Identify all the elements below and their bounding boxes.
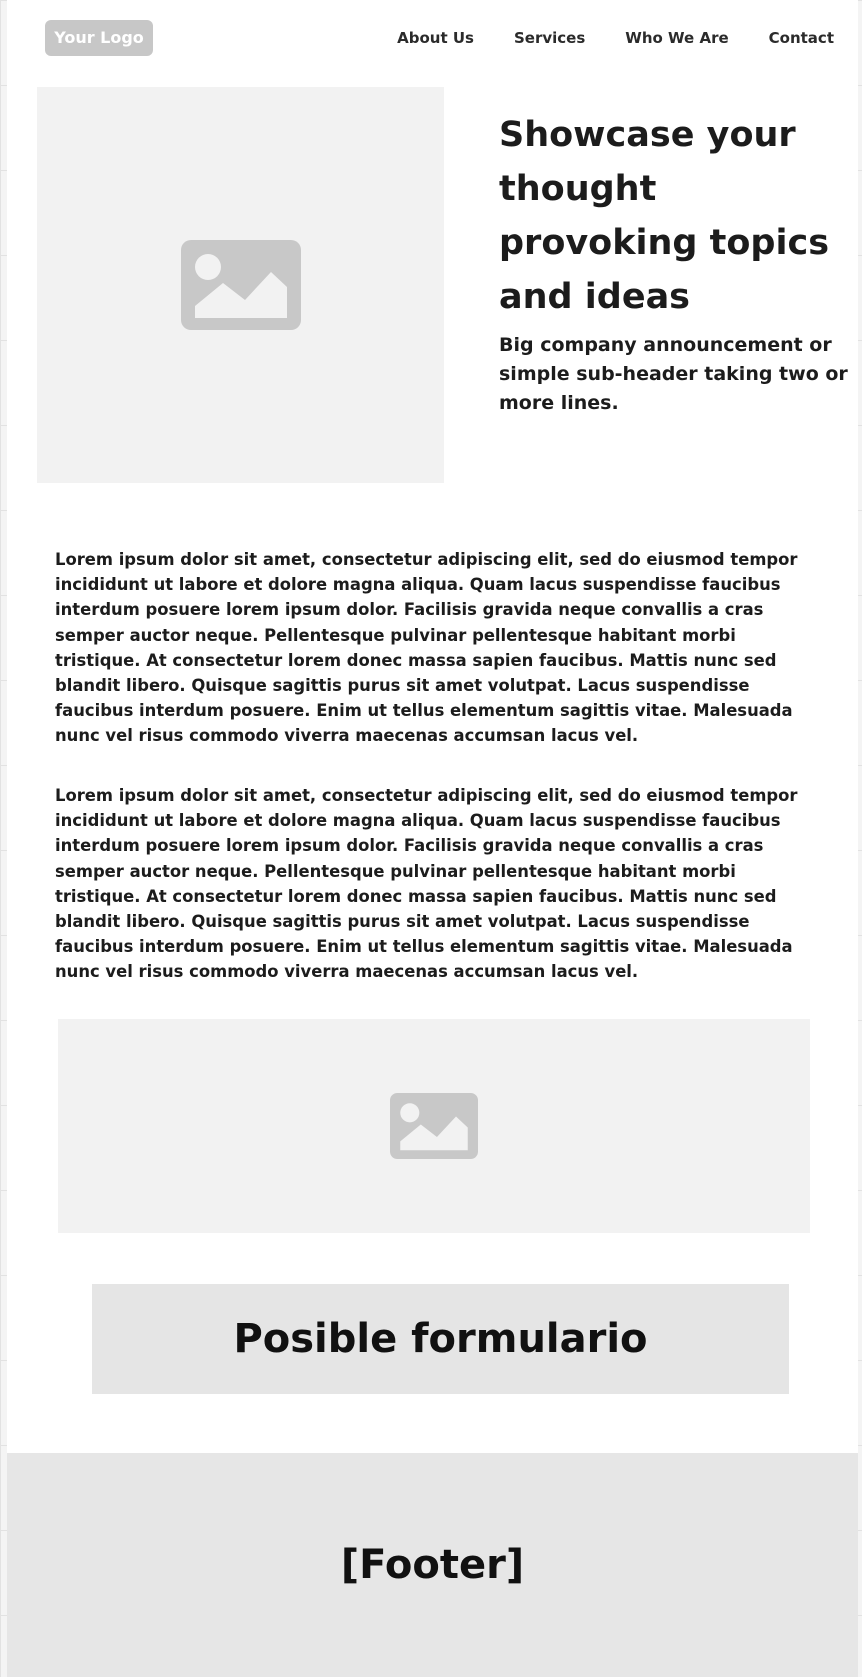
image-placeholder-icon <box>180 240 301 330</box>
footer: [Footer] <box>7 1453 858 1677</box>
main-nav: About Us Services Who We Are Contact <box>357 27 834 49</box>
hero-image-placeholder <box>37 87 444 483</box>
body-paragraph-1: Lorem ipsum dolor sit amet, consectetur … <box>55 550 798 746</box>
content-image-placeholder <box>58 1019 810 1233</box>
body-paragraph-2: Lorem ipsum dolor sit amet, consectetur … <box>55 786 798 982</box>
hero-subheader: Big company announcement or simple sub-h… <box>499 334 848 414</box>
hero-headline: Showcase your thought provoking topics a… <box>499 115 830 317</box>
logo[interactable]: Your Logo <box>45 20 153 56</box>
form-placeholder: Posible formulario <box>92 1284 789 1394</box>
nav-services[interactable]: Services <box>514 27 585 49</box>
nav-contact[interactable]: Contact <box>769 27 834 49</box>
nav-who-we-are[interactable]: Who We Are <box>625 27 728 49</box>
page: Your Logo About Us Services Who We Are C… <box>7 0 858 1677</box>
nav-about-us[interactable]: About Us <box>397 27 474 49</box>
image-placeholder-icon <box>390 1093 478 1159</box>
